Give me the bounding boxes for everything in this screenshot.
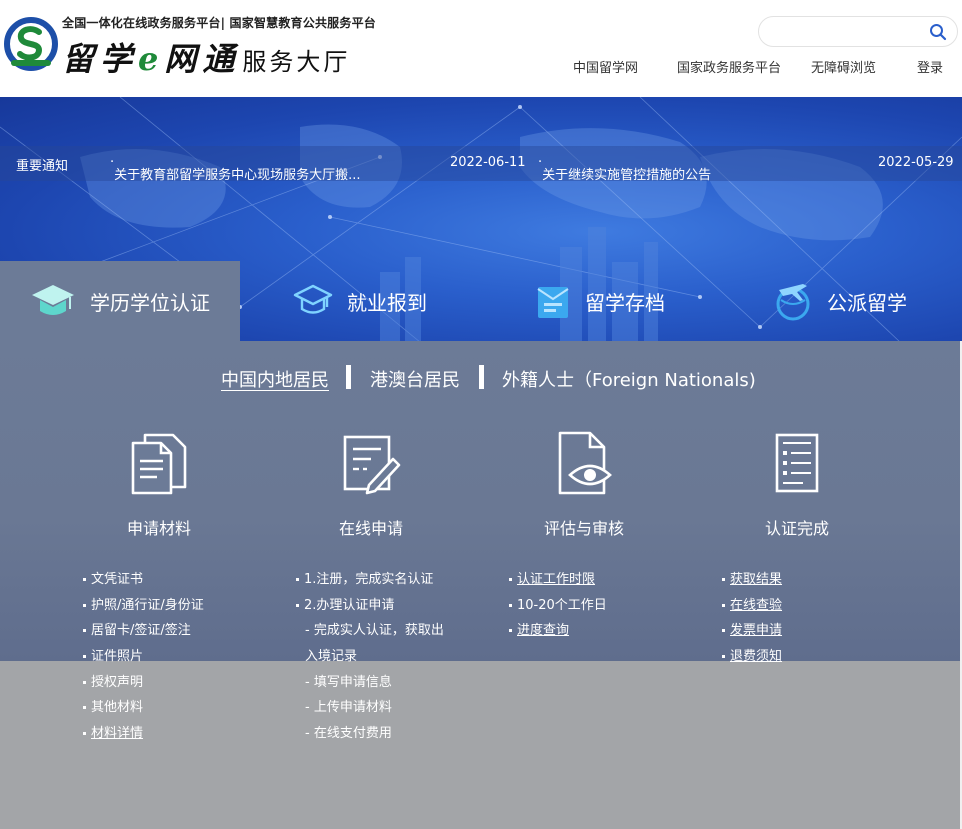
logo-brand-suffix: 服务大厅 [242, 48, 351, 76]
tab-study-archive[interactable]: 留学存档 [480, 261, 720, 341]
apply-steps-list: 1.注册，完成实名认证 2.办理认证申请 - 完成实人认证，获取出 入境记录 -… [296, 570, 444, 750]
processing-time-link[interactable]: 认证工作时限 [509, 570, 607, 596]
form-edit-icon [343, 435, 401, 495]
step-title: 评估与审核 [543, 519, 624, 538]
step-title: 申请材料 [126, 519, 191, 538]
notice-item-1-date: 2022-06-11 [450, 155, 526, 170]
step-application-materials[interactable]: 申请材料 [94, 429, 224, 539]
list-item: 授权声明 [83, 673, 204, 699]
document-eye-icon [558, 431, 612, 495]
nav-link-accessibility[interactable]: 无障碍浏览 [811, 57, 876, 76]
list-item: 证件照片 [83, 647, 204, 673]
list-item: 1.注册，完成实名认证 [296, 570, 444, 596]
logo-brand-b: 网通 [164, 40, 241, 78]
materials-detail-link[interactable]: 材料详情 [83, 724, 204, 750]
step-verification-complete[interactable]: 认证完成 [732, 429, 862, 539]
list-item: - 填写申请信息 [305, 674, 392, 690]
service-panel: 中国内地居民 港澳台居民 外籍人士（Foreign Nationals) 申请材… [0, 341, 962, 829]
notice-bar: 重要通知 · 关于教育部留学服务中心现场服务大厅搬... 2022-06-11 … [0, 146, 962, 183]
tab-label: 学历学位认证 [90, 290, 210, 315]
step-online-application[interactable]: 在线申请 [306, 429, 436, 539]
residency-option-hmt[interactable]: 港澳台居民 [370, 366, 460, 392]
archive-icon [537, 287, 569, 318]
complete-list: 获取结果 在线查验 发票申请 退费须知 [722, 570, 782, 673]
refund-notice-link[interactable]: 退费须知 [722, 647, 782, 673]
get-result-link[interactable]: 获取结果 [722, 570, 782, 596]
list-item: 护照/通行证/身份证 [83, 596, 204, 622]
materials-list: 文凭证书 护照/通行证/身份证 居留卡/签证/签注 证件照片 授权声明 其他材料… [83, 570, 204, 750]
nav-link-login[interactable]: 登录 [917, 57, 943, 76]
tab-label: 留学存档 [585, 290, 665, 315]
invoice-request-link[interactable]: 发票申请 [722, 621, 782, 647]
notice-item-2-date: 2022-05-29 [878, 155, 954, 170]
mortarboard-icon [293, 284, 333, 314]
nav-link-cscse[interactable]: 中国留学网 [573, 57, 638, 76]
list-item: 文凭证书 [83, 570, 204, 596]
residency-divider [479, 365, 484, 389]
notice-label: 重要通知 [16, 159, 69, 174]
graduation-cap-icon [32, 285, 74, 315]
documents-icon [131, 433, 187, 495]
logo-brand-a: 留学 [62, 40, 139, 78]
logo-subtitle: 全国一体化在线政务服务平台| 国家智慧教育公共服务平台 [62, 16, 376, 30]
search-box [758, 16, 958, 47]
residency-option-foreign[interactable]: 外籍人士（Foreign Nationals) [502, 366, 756, 392]
logo-title[interactable]: 留学e网通服务大厅 [62, 34, 350, 80]
header: 全国一体化在线政务服务平台| 国家智慧教育公共服务平台 留学e网通服务大厅 中国… [0, 0, 962, 97]
checklist-icon [775, 433, 819, 493]
search-icon[interactable] [929, 23, 947, 41]
list-item: 2.办理认证申请 [296, 596, 444, 622]
online-verify-link[interactable]: 在线查验 [722, 596, 782, 622]
logo-icon[interactable] [3, 16, 59, 72]
step-title: 在线申请 [338, 519, 403, 538]
globe-plane-icon [776, 284, 810, 321]
service-tabs: 学历学位认证 就业报到 留学存档 公派留学 [0, 261, 962, 341]
page: 全国一体化在线政务服务平台| 国家智慧教育公共服务平台 留学e网通服务大厅 中国… [0, 0, 962, 829]
list-item: 居留卡/签证/签注 [83, 621, 204, 647]
tab-government-sponsored[interactable]: 公派留学 [720, 261, 960, 341]
nav-link-gov-platform[interactable]: 国家政务服务平台 [677, 57, 781, 76]
tab-label: 公派留学 [827, 290, 907, 315]
review-list: 认证工作时限 10-20个工作日 进度查询 [509, 570, 607, 647]
list-item: - 完成实人认证，获取出 [305, 623, 444, 639]
logo-brand-e: e [138, 40, 165, 78]
search-input[interactable] [773, 22, 923, 42]
list-item: 其他材料 [83, 698, 204, 724]
list-item: 入境记录 [305, 649, 358, 665]
list-item: - 上传申请材料 [305, 700, 392, 716]
tab-degree-verification[interactable]: 学历学位认证 [0, 261, 240, 341]
residency-option-mainland[interactable]: 中国内地居民 [221, 366, 329, 392]
tab-employment-registration[interactable]: 就业报到 [240, 261, 480, 341]
step-evaluation-review[interactable]: 评估与审核 [519, 429, 649, 539]
notice-item-1-title[interactable]: · 关于教育部留学服务中心现场服务大厅搬... [110, 155, 361, 183]
notice-item-2-title[interactable]: · 关于继续实施管控措施的公告 [538, 155, 711, 183]
residency-divider [346, 365, 351, 389]
tab-label: 就业报到 [347, 290, 427, 315]
list-item: - 在线支付费用 [305, 726, 392, 742]
progress-query-link[interactable]: 进度查询 [509, 621, 607, 647]
step-title: 认证完成 [764, 519, 829, 538]
list-item: 10-20个工作日 [509, 596, 607, 622]
